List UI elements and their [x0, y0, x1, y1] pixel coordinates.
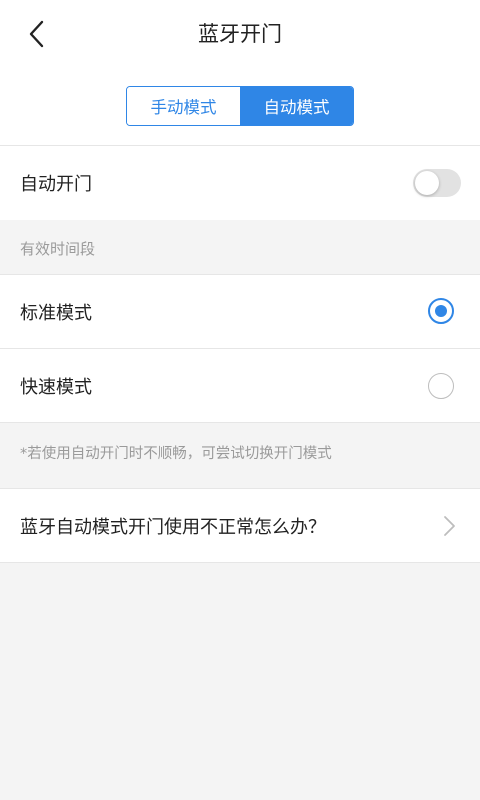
- toggle-knob: [415, 171, 439, 195]
- back-button[interactable]: [16, 14, 56, 54]
- page-title: 蓝牙开门: [198, 22, 282, 46]
- help-row[interactable]: 蓝牙自动模式开门使用不正常怎么办？: [0, 489, 480, 562]
- mode-option-standard[interactable]: 标准模式: [0, 275, 480, 348]
- divider: [0, 422, 480, 423]
- auto-mode-tab[interactable]: 自动模式: [240, 87, 353, 125]
- divider: [0, 562, 480, 563]
- mode-switch-panel: 手动模式 自动模式: [0, 68, 480, 145]
- standard-mode-radio[interactable]: [428, 298, 454, 324]
- chevron-right-icon: [444, 516, 455, 536]
- mode-option-label: 快速模式: [20, 376, 92, 398]
- help-label: 蓝牙自动模式开门使用不正常怎么办？: [20, 516, 326, 538]
- mode-option-label: 标准模式: [20, 302, 92, 324]
- nav-bar: 蓝牙开门: [0, 0, 480, 68]
- hint-text: *若使用自动开门时不顺畅，可尝试切换开门模式: [20, 446, 332, 462]
- mode-segmented-control: 手动模式 自动模式: [126, 86, 354, 126]
- chevron-left-icon: [29, 20, 44, 48]
- valid-period-section-label: 有效时间段: [20, 240, 96, 258]
- manual-mode-tab[interactable]: 手动模式: [127, 87, 240, 125]
- radio-dot: [435, 305, 447, 317]
- auto-open-row: 自动开门: [0, 146, 480, 220]
- auto-open-toggle[interactable]: [413, 169, 461, 197]
- mode-option-fast[interactable]: 快速模式: [0, 349, 480, 422]
- auto-open-label: 自动开门: [20, 174, 92, 195]
- fast-mode-radio[interactable]: [428, 373, 454, 399]
